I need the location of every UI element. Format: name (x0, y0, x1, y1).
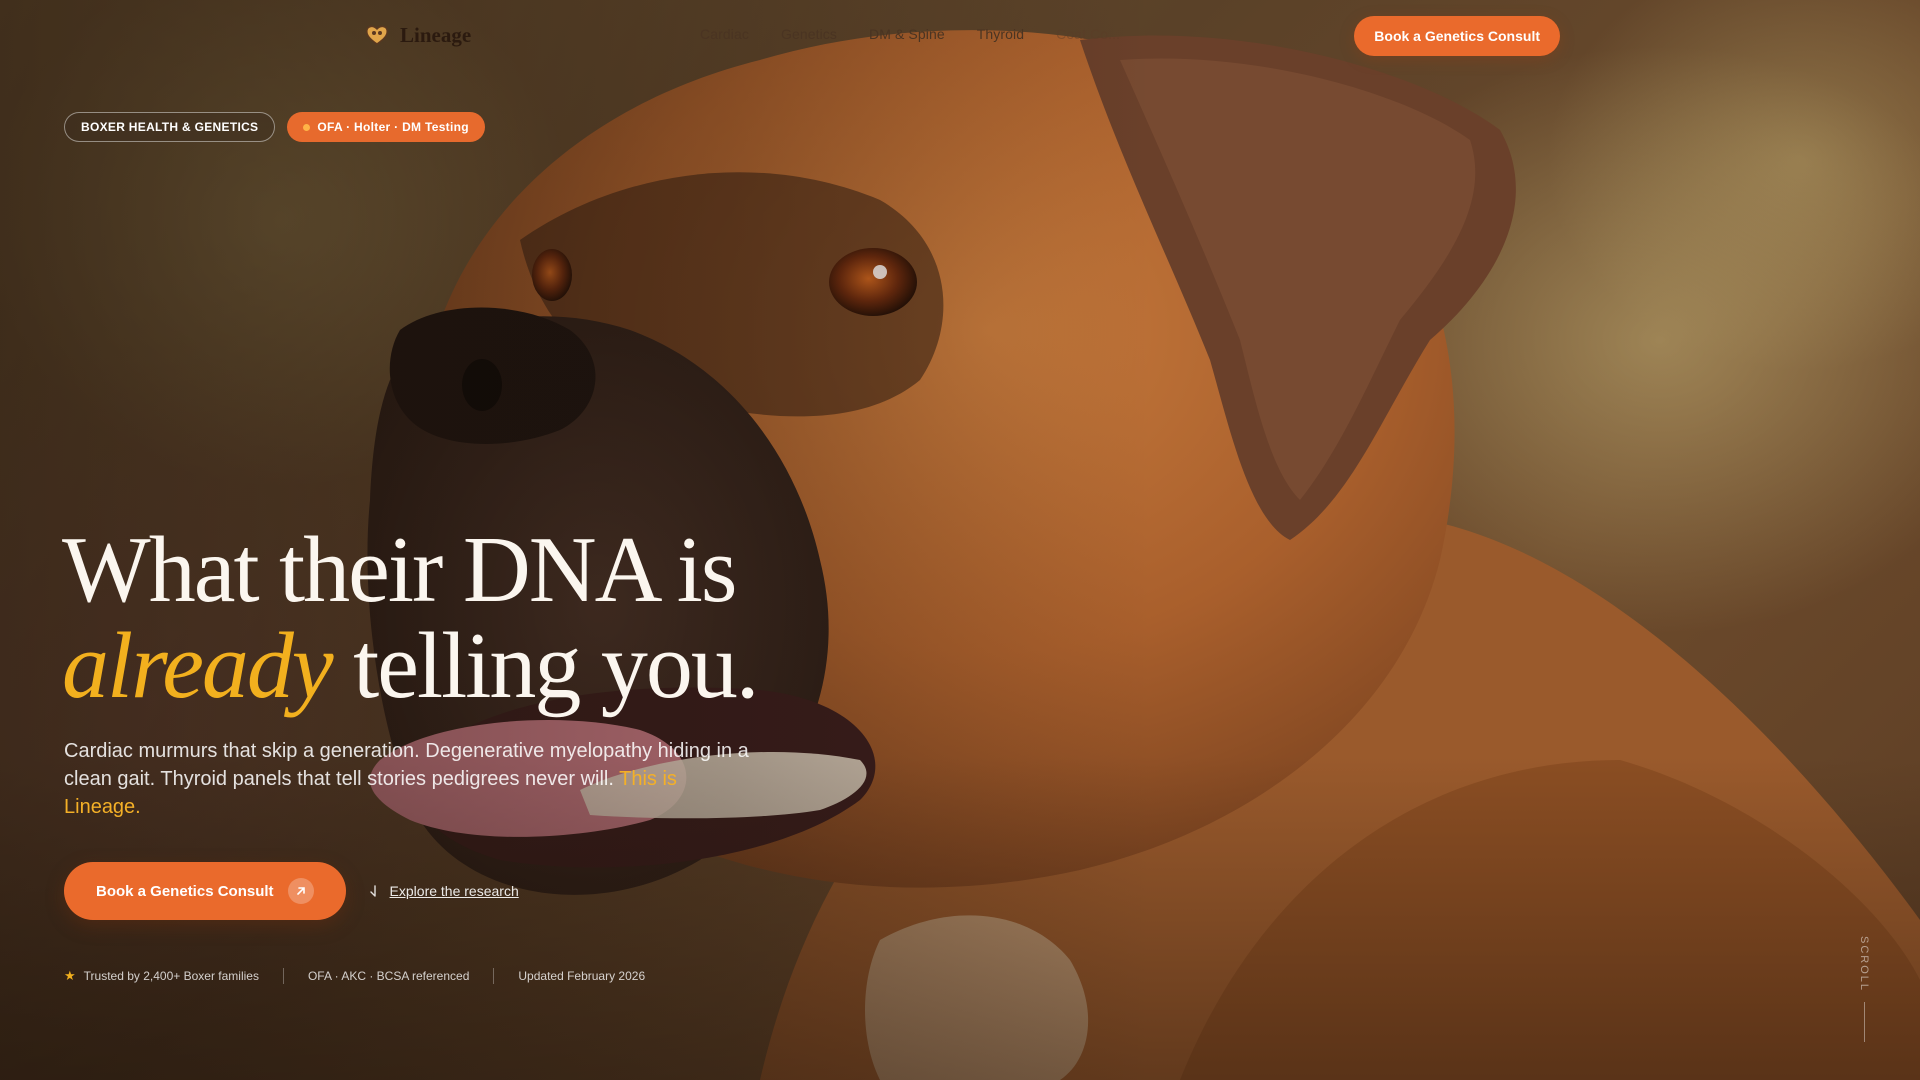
hero-cta-row: Book a Genetics Consult Explore the rese… (64, 862, 519, 920)
hero-headline: What their DNA is already telling you. (62, 522, 759, 714)
scroll-indicator[interactable]: SCROLL (1858, 936, 1870, 1043)
tests-badge: OFA · Holter · DM Testing (287, 112, 485, 142)
hero-subtext: Cardiac murmurs that skip a generation. … (64, 737, 754, 821)
category-badge-label: BOXER HEALTH & GENETICS (81, 120, 259, 134)
trust-families-label: Trusted by 2,400+ Boxer families (83, 969, 259, 983)
headline-accent-word: already (62, 614, 334, 718)
nav-item-cardiac[interactable]: Cardiac (700, 26, 749, 42)
nav-item-genetics[interactable]: Genetics (781, 26, 837, 42)
hero-badges: BOXER HEALTH & GENETICS OFA · Holter · D… (64, 112, 485, 142)
arrow-down-icon (369, 885, 376, 897)
trust-updated: Updated February 2026 (518, 969, 646, 983)
nav-item-thyroid[interactable]: Thyroid (977, 26, 1024, 42)
brand-name: Lineage (400, 22, 472, 47)
tests-badge-label: OFA · Holter · DM Testing (317, 120, 469, 134)
trust-families: ★ Trusted by 2,400+ Boxer families (64, 968, 259, 984)
heart-paw-icon (366, 25, 388, 45)
nav-item-coat-color[interactable]: Coat Co... (1056, 26, 1120, 42)
arrow-up-right-icon (287, 878, 314, 904)
scroll-label: SCROLL (1858, 936, 1870, 993)
book-consult-hero-label: Book a Genetics Consult (96, 882, 274, 900)
main-nav: Cardiac Genetics DM & Spine Thyroid Coat… (700, 26, 1120, 42)
divider (493, 968, 495, 984)
star-icon: ★ (64, 968, 76, 983)
headline-line-1: What their DNA is (62, 518, 737, 622)
headline-line-2: telling you. (331, 614, 759, 718)
explore-research-label: Explore the research (389, 883, 519, 899)
explore-research-link[interactable]: Explore the research (368, 883, 519, 899)
scroll-line (1863, 1002, 1865, 1043)
book-consult-nav-button[interactable]: Book a Genetics Consult (1354, 16, 1560, 56)
nav-item-dm-spine[interactable]: DM & Spine (869, 26, 945, 42)
divider (282, 968, 284, 984)
brand-logo[interactable]: Lineage (364, 22, 471, 48)
trust-bar: ★ Trusted by 2,400+ Boxer families OFA ·… (64, 968, 645, 984)
trust-references: OFA · AKC · BCSA referenced (307, 969, 470, 983)
status-dot-icon (303, 123, 311, 131)
book-consult-hero-button[interactable]: Book a Genetics Consult (64, 862, 346, 920)
category-badge: BOXER HEALTH & GENETICS (64, 112, 276, 142)
